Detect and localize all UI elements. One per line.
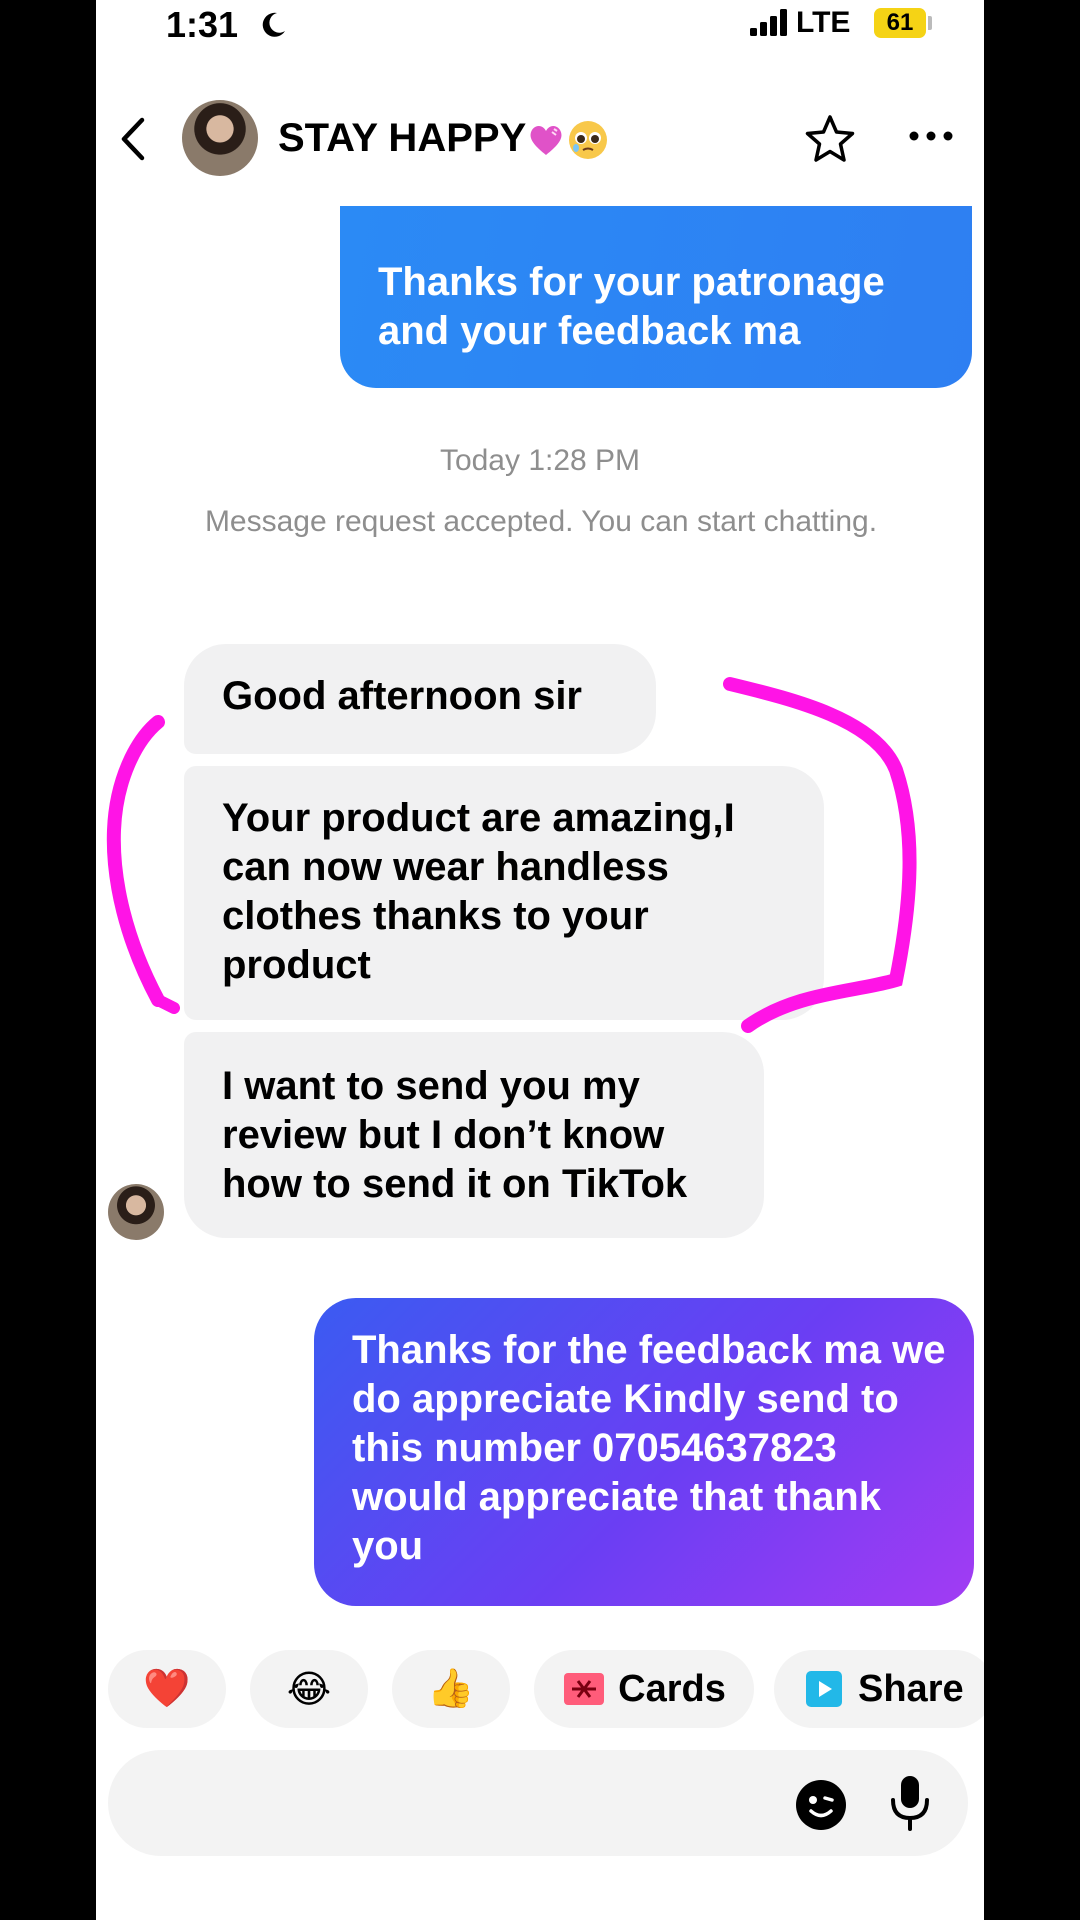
- cards-label: Cards: [618, 1667, 726, 1710]
- chat-title[interactable]: STAY HAPPY: [278, 116, 610, 162]
- thumbs-up-reaction-chip[interactable]: 👍: [392, 1650, 510, 1728]
- star-outline-icon[interactable]: [802, 112, 858, 168]
- message-input[interactable]: [148, 1778, 752, 1830]
- share-label: Share: [858, 1667, 964, 1710]
- heart-emoji: ❤️: [143, 1668, 191, 1710]
- status-time: 1:31: [166, 4, 239, 45]
- chat-title-text: STAY HAPPY: [278, 116, 527, 160]
- pleading-face-emoji-icon: [569, 121, 608, 160]
- incoming-message[interactable]: Good afternoon sir: [184, 644, 656, 754]
- more-dots-icon[interactable]: [906, 126, 956, 146]
- heart-reaction-chip[interactable]: ❤️: [108, 1650, 226, 1728]
- sticker-face-icon[interactable]: [794, 1778, 848, 1832]
- status-bar: 1:31 LTE 61: [96, 0, 984, 50]
- message-composer: [108, 1750, 968, 1856]
- sender-avatar[interactable]: [108, 1184, 164, 1240]
- network-label: LTE: [796, 6, 851, 39]
- heart-emoji-icon: [530, 126, 562, 156]
- signal-icon: [750, 9, 787, 36]
- share-button[interactable]: Share: [774, 1650, 984, 1728]
- cards-button[interactable]: Cards: [534, 1650, 754, 1728]
- share-play-icon: [806, 1671, 842, 1707]
- chat-header: STAY HAPPY: [96, 90, 984, 190]
- cards-icon: [564, 1673, 605, 1705]
- incoming-message[interactable]: Your product are amazing,I can now wear …: [184, 766, 824, 1020]
- microphone-icon[interactable]: [888, 1774, 932, 1832]
- laugh-reaction-chip[interactable]: 😂: [250, 1650, 368, 1728]
- incoming-message[interactable]: I want to send you my review but I don’t…: [184, 1032, 764, 1238]
- thumbs-up-emoji: 👍: [427, 1668, 475, 1710]
- moon-icon: [262, 12, 285, 37]
- outgoing-message[interactable]: Thanks for your patronage and your feedb…: [340, 206, 972, 388]
- battery-indicator: 61: [874, 8, 926, 38]
- back-chevron-icon[interactable]: [114, 114, 154, 164]
- battery-tip: [928, 16, 932, 30]
- outgoing-message[interactable]: Thanks for the feedback ma we do appreci…: [314, 1298, 974, 1606]
- message-timestamp: Today 1:28 PM: [439, 444, 641, 477]
- chat-screen: 1:31 LTE 61 STAY HAPPY Thanks for your p…: [96, 0, 984, 1920]
- laugh-emoji: 😂: [286, 1668, 332, 1711]
- contact-avatar[interactable]: [182, 100, 258, 176]
- quick-reactions-bar: ❤️ 😂 👍 Cards Share: [96, 1650, 984, 1730]
- system-notice: Message request accepted. You can start …: [204, 505, 878, 538]
